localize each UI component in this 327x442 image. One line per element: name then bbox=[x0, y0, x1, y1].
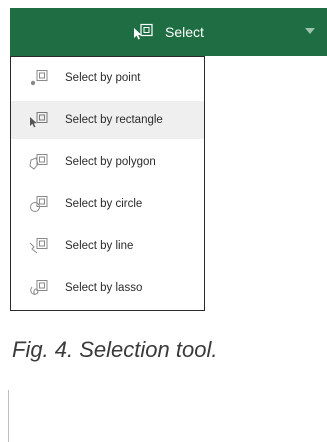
menu-item-label: Select by lasso bbox=[65, 282, 143, 294]
menu-item-select-by-circle[interactable]: Select by circle bbox=[11, 185, 204, 223]
menu-item-label: Select by polygon bbox=[65, 156, 156, 168]
select-lasso-icon bbox=[29, 279, 51, 297]
figure-caption: Fig. 4. Selection tool. bbox=[12, 337, 218, 362]
menu-item-select-by-rectangle[interactable]: Select by rectangle bbox=[11, 101, 204, 139]
select-circle-icon bbox=[29, 195, 51, 213]
menu-item-label: Select by circle bbox=[65, 198, 143, 210]
menu-item-label: Select by rectangle bbox=[65, 114, 163, 126]
select-rectangle-icon bbox=[133, 23, 155, 41]
select-title: Select bbox=[165, 24, 204, 40]
select-line-icon bbox=[29, 237, 51, 255]
divider bbox=[0, 390, 9, 442]
chevron-down-icon[interactable] bbox=[305, 28, 315, 34]
select-point-icon bbox=[29, 69, 51, 87]
menu-item-select-by-lasso[interactable]: Select by lasso bbox=[11, 269, 204, 307]
select-rectangle-icon bbox=[29, 111, 51, 129]
select-tool-button[interactable]: Select bbox=[10, 8, 327, 56]
select-dropdown-menu: Select by point Select by rectangle Sele… bbox=[10, 56, 205, 311]
select-title-wrap: Select bbox=[133, 23, 204, 41]
menu-item-label: Select by point bbox=[65, 72, 141, 84]
menu-item-select-by-point[interactable]: Select by point bbox=[11, 59, 204, 97]
menu-item-select-by-line[interactable]: Select by line bbox=[11, 227, 204, 265]
menu-item-label: Select by line bbox=[65, 240, 134, 252]
menu-item-select-by-polygon[interactable]: Select by polygon bbox=[11, 143, 204, 181]
select-polygon-icon bbox=[29, 153, 51, 171]
